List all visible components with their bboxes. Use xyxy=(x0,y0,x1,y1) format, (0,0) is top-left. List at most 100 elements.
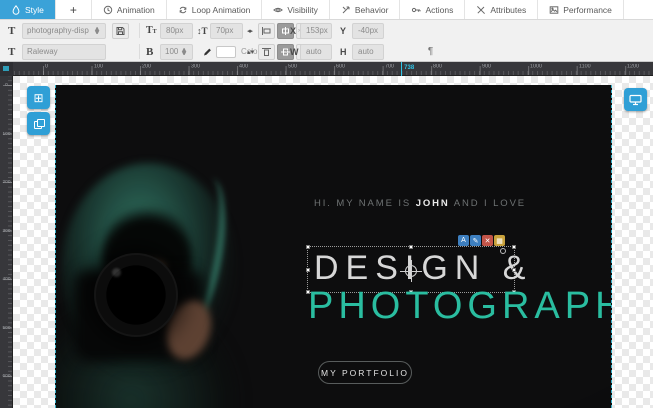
font-family-icon: T xyxy=(8,46,15,58)
text-color-swatch[interactable] xyxy=(216,46,236,58)
ruler-label: 1200 xyxy=(627,64,639,69)
font-size-input[interactable]: 80px xyxy=(160,23,193,39)
select-stepper-icon: ▲▼ xyxy=(93,27,101,33)
font-family-select[interactable]: Raleway xyxy=(22,44,106,60)
ruler-label: 900 xyxy=(482,64,491,69)
selection-handle[interactable] xyxy=(512,245,516,249)
selection-handle[interactable] xyxy=(306,268,310,272)
tab-visibility[interactable]: Visibility xyxy=(262,0,330,19)
cursor-position-marker xyxy=(401,62,402,76)
panel-tabbar: Style + Animation Loop Animation Visibility B… xyxy=(0,0,653,20)
height-input[interactable]: auto xyxy=(352,44,384,60)
save-font-style-button[interactable] xyxy=(112,23,129,39)
tab-label: Attributes xyxy=(490,5,526,15)
ruler-label: 100 xyxy=(94,64,103,69)
selection-handle[interactable] xyxy=(512,268,516,272)
tab-label: Actions xyxy=(425,5,453,15)
duplicate-element-button[interactable] xyxy=(27,112,50,135)
tab-attributes[interactable]: Attributes xyxy=(465,0,538,19)
font-size-icon: TT xyxy=(146,25,157,36)
pasteboard[interactable]: HI. MY NAME IS JOHN AND I LOVE A✎✕▦ DESI… xyxy=(13,76,653,408)
tab-actions[interactable]: Actions xyxy=(400,0,465,19)
duplicate-button[interactable]: ▦ xyxy=(494,235,505,246)
hero-heading-line1[interactable]: DESIGN & xyxy=(314,249,532,288)
droplet-icon xyxy=(11,5,21,15)
ruler-label: 1100 xyxy=(579,64,591,69)
rotate-handle[interactable] xyxy=(500,248,506,254)
ruler-label: 300 xyxy=(1,228,11,233)
tab-label: Style xyxy=(25,5,44,15)
y-position-label: Y xyxy=(340,26,346,36)
hero-kicker-text[interactable]: HI. MY NAME IS JOHN AND I LOVE xyxy=(314,198,526,209)
char-spacing-icon: ◂▸ xyxy=(247,27,252,35)
tab-label: + xyxy=(70,3,77,17)
y-position-input[interactable]: -40px xyxy=(352,23,384,39)
tab-performance[interactable]: Performance xyxy=(538,0,624,19)
font-weight-select[interactable]: 100 ▲▼ xyxy=(160,44,193,60)
selection-toolbar: A✎✕▦ xyxy=(458,235,505,246)
horizontal-ruler[interactable]: 0100200300400500600700800900100011001200… xyxy=(0,62,653,76)
edit-button[interactable]: ✎ xyxy=(470,235,481,246)
text-style-button[interactable]: A xyxy=(458,235,469,246)
line-height-icon: ↕T xyxy=(197,26,208,36)
ruler-label: 200 xyxy=(1,180,11,185)
loop-icon xyxy=(178,5,188,15)
tab-label: Behavior xyxy=(355,5,389,15)
select-stepper-icon: ▲▼ xyxy=(180,48,188,54)
monitor-icon xyxy=(629,94,642,106)
tab-label: Performance xyxy=(563,5,612,15)
ruler-label: 1000 xyxy=(530,64,542,69)
style-toolbar: T photography-disp ▲▼ TT 80px ↕T 70px ◂▸… xyxy=(0,20,653,62)
line-height-input[interactable]: 70px xyxy=(210,23,243,39)
ruler-corner xyxy=(0,62,13,76)
hero-heading-line2[interactable]: PHOTOGRAPHY xyxy=(308,285,612,328)
ruler-label: 800 xyxy=(433,64,442,69)
tab-loop-animation[interactable]: Loop Animation xyxy=(167,0,263,19)
selection-handle[interactable] xyxy=(409,245,413,249)
eyedropper-icon[interactable] xyxy=(199,44,216,60)
ruler-label: 600 xyxy=(336,64,345,69)
ruler-label: 500 xyxy=(1,325,11,330)
align-top-button[interactable] xyxy=(258,44,275,60)
ruler-label: 700 xyxy=(385,64,394,69)
key-icon xyxy=(411,5,421,15)
behavior-icon xyxy=(341,5,351,15)
font-style-select[interactable]: photography-disp ▲▼ xyxy=(22,23,106,39)
canvas-workspace: HI. MY NAME IS JOHN AND I LOVE A✎✕▦ DESI… xyxy=(0,76,653,408)
tab-label: Animation xyxy=(117,5,155,15)
add-element-button[interactable]: ⊞ xyxy=(27,86,50,109)
ruler-label: 500 xyxy=(288,64,297,69)
delete-button[interactable]: ✕ xyxy=(482,235,493,246)
font-style-icon: T xyxy=(8,25,15,37)
eye-icon xyxy=(273,5,283,15)
my-portfolio-button[interactable]: MY PORTFOLIO xyxy=(318,361,412,384)
page-canvas[interactable]: HI. MY NAME IS JOHN AND I LOVE A✎✕▦ DESI… xyxy=(55,85,612,408)
ruler-label: 0 xyxy=(1,83,11,88)
ruler-origin-icon xyxy=(3,66,9,71)
ruler-label: 200 xyxy=(142,64,151,69)
ruler-label: 400 xyxy=(1,277,11,282)
tab-style[interactable]: Style xyxy=(0,0,56,19)
selection-handle[interactable] xyxy=(306,245,310,249)
image-icon xyxy=(549,5,559,15)
width-input[interactable]: auto xyxy=(300,44,332,60)
line-spacing-icon: ▴▾ xyxy=(247,48,254,56)
tab-label: Loop Animation xyxy=(192,5,251,15)
width-label: W xyxy=(290,47,299,57)
desktop-preview-button[interactable] xyxy=(624,88,647,111)
x-position-input[interactable]: 153px xyxy=(300,23,332,39)
tab-behavior[interactable]: Behavior xyxy=(330,0,401,19)
anchor-crosshair-icon[interactable] xyxy=(405,265,417,277)
height-label: H xyxy=(340,47,347,57)
paragraph-settings-button[interactable]: ¶ xyxy=(422,44,439,60)
ruler-label: 300 xyxy=(191,64,200,69)
vertical-ruler[interactable]: 0100200300400500600 xyxy=(0,76,13,408)
align-left-button[interactable] xyxy=(258,23,275,39)
add-tab-button[interactable]: + xyxy=(56,0,92,19)
ruler-label: 0 xyxy=(45,64,48,69)
font-weight-icon: B xyxy=(146,46,153,58)
tools-icon xyxy=(476,5,486,15)
tab-animation[interactable]: Animation xyxy=(92,0,167,19)
x-position-label: X xyxy=(290,26,296,36)
tab-label: Visibility xyxy=(287,5,318,15)
